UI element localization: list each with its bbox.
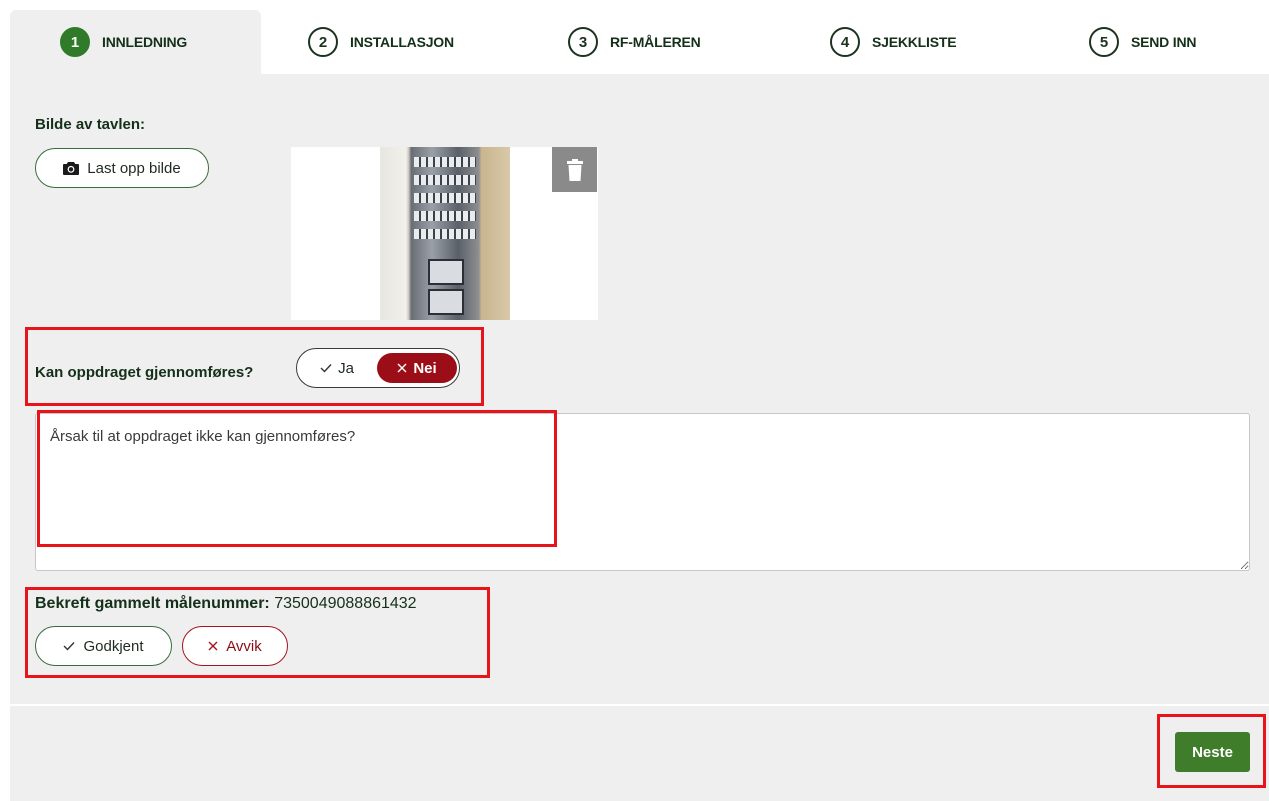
step-number: 3 [568,27,598,57]
meter-number: 7350049088861432 [274,595,417,612]
photo-label: Bilde av tavlen: [35,116,146,133]
feasibility-question: Kan oppdraget gjennomføres? [35,364,254,381]
form-footer [10,706,1269,801]
step-label: SJEKKLISTE [872,34,957,50]
yes-label: Ja [338,359,354,377]
step-tabs: 1 INNLEDNING 2 INSTALLASJON 3 RF-MÅLEREN… [0,0,1269,74]
check-icon [63,642,75,651]
tab-sjekkliste[interactable]: 4 SJEKKLISTE [780,10,957,74]
tab-innledning[interactable]: 1 INNLEDNING [10,10,261,74]
deviation-button[interactable]: Avvik [182,626,288,666]
step-label: INNLEDNING [102,34,188,50]
approve-button[interactable]: Godkjent [35,626,172,666]
upload-photo-button[interactable]: Last opp bilde [35,148,209,188]
step-label: RF-MÅLEREN [610,34,701,50]
no-label: Nei [413,359,437,377]
approve-label: Godkjent [83,637,144,655]
meter-confirm-label: Bekreft gammelt målenummer: [35,595,270,612]
close-icon [208,641,218,651]
electrical-cabinet-photo [380,147,510,320]
step-number: 2 [308,27,338,57]
tab-rf-maleren[interactable]: 3 RF-MÅLEREN [518,10,701,74]
close-icon [397,363,407,373]
step-number: 4 [830,27,860,57]
meter-confirm-line: Bekreft gammelt målenummer: 735004908886… [35,595,417,613]
next-button[interactable]: Neste [1175,732,1250,772]
tab-installasjon[interactable]: 2 INSTALLASJON [258,10,454,74]
deviation-label: Avvik [226,637,262,655]
no-option[interactable]: Nei [377,353,457,383]
step-number: 1 [60,27,90,57]
check-icon [320,364,332,373]
tab-send-inn[interactable]: 5 SEND INN [1039,10,1196,74]
feasibility-toggle: Ja Nei [296,348,460,388]
camera-icon [63,162,80,175]
step-label: INSTALLASJON [350,34,454,50]
step-number: 5 [1089,27,1119,57]
upload-photo-label: Last opp bilde [87,159,181,177]
delete-photo-button[interactable] [552,147,597,192]
trash-icon [566,158,583,181]
reason-textarea[interactable] [35,413,1250,571]
step-label: SEND INN [1131,34,1197,50]
yes-option[interactable]: Ja [301,353,373,383]
